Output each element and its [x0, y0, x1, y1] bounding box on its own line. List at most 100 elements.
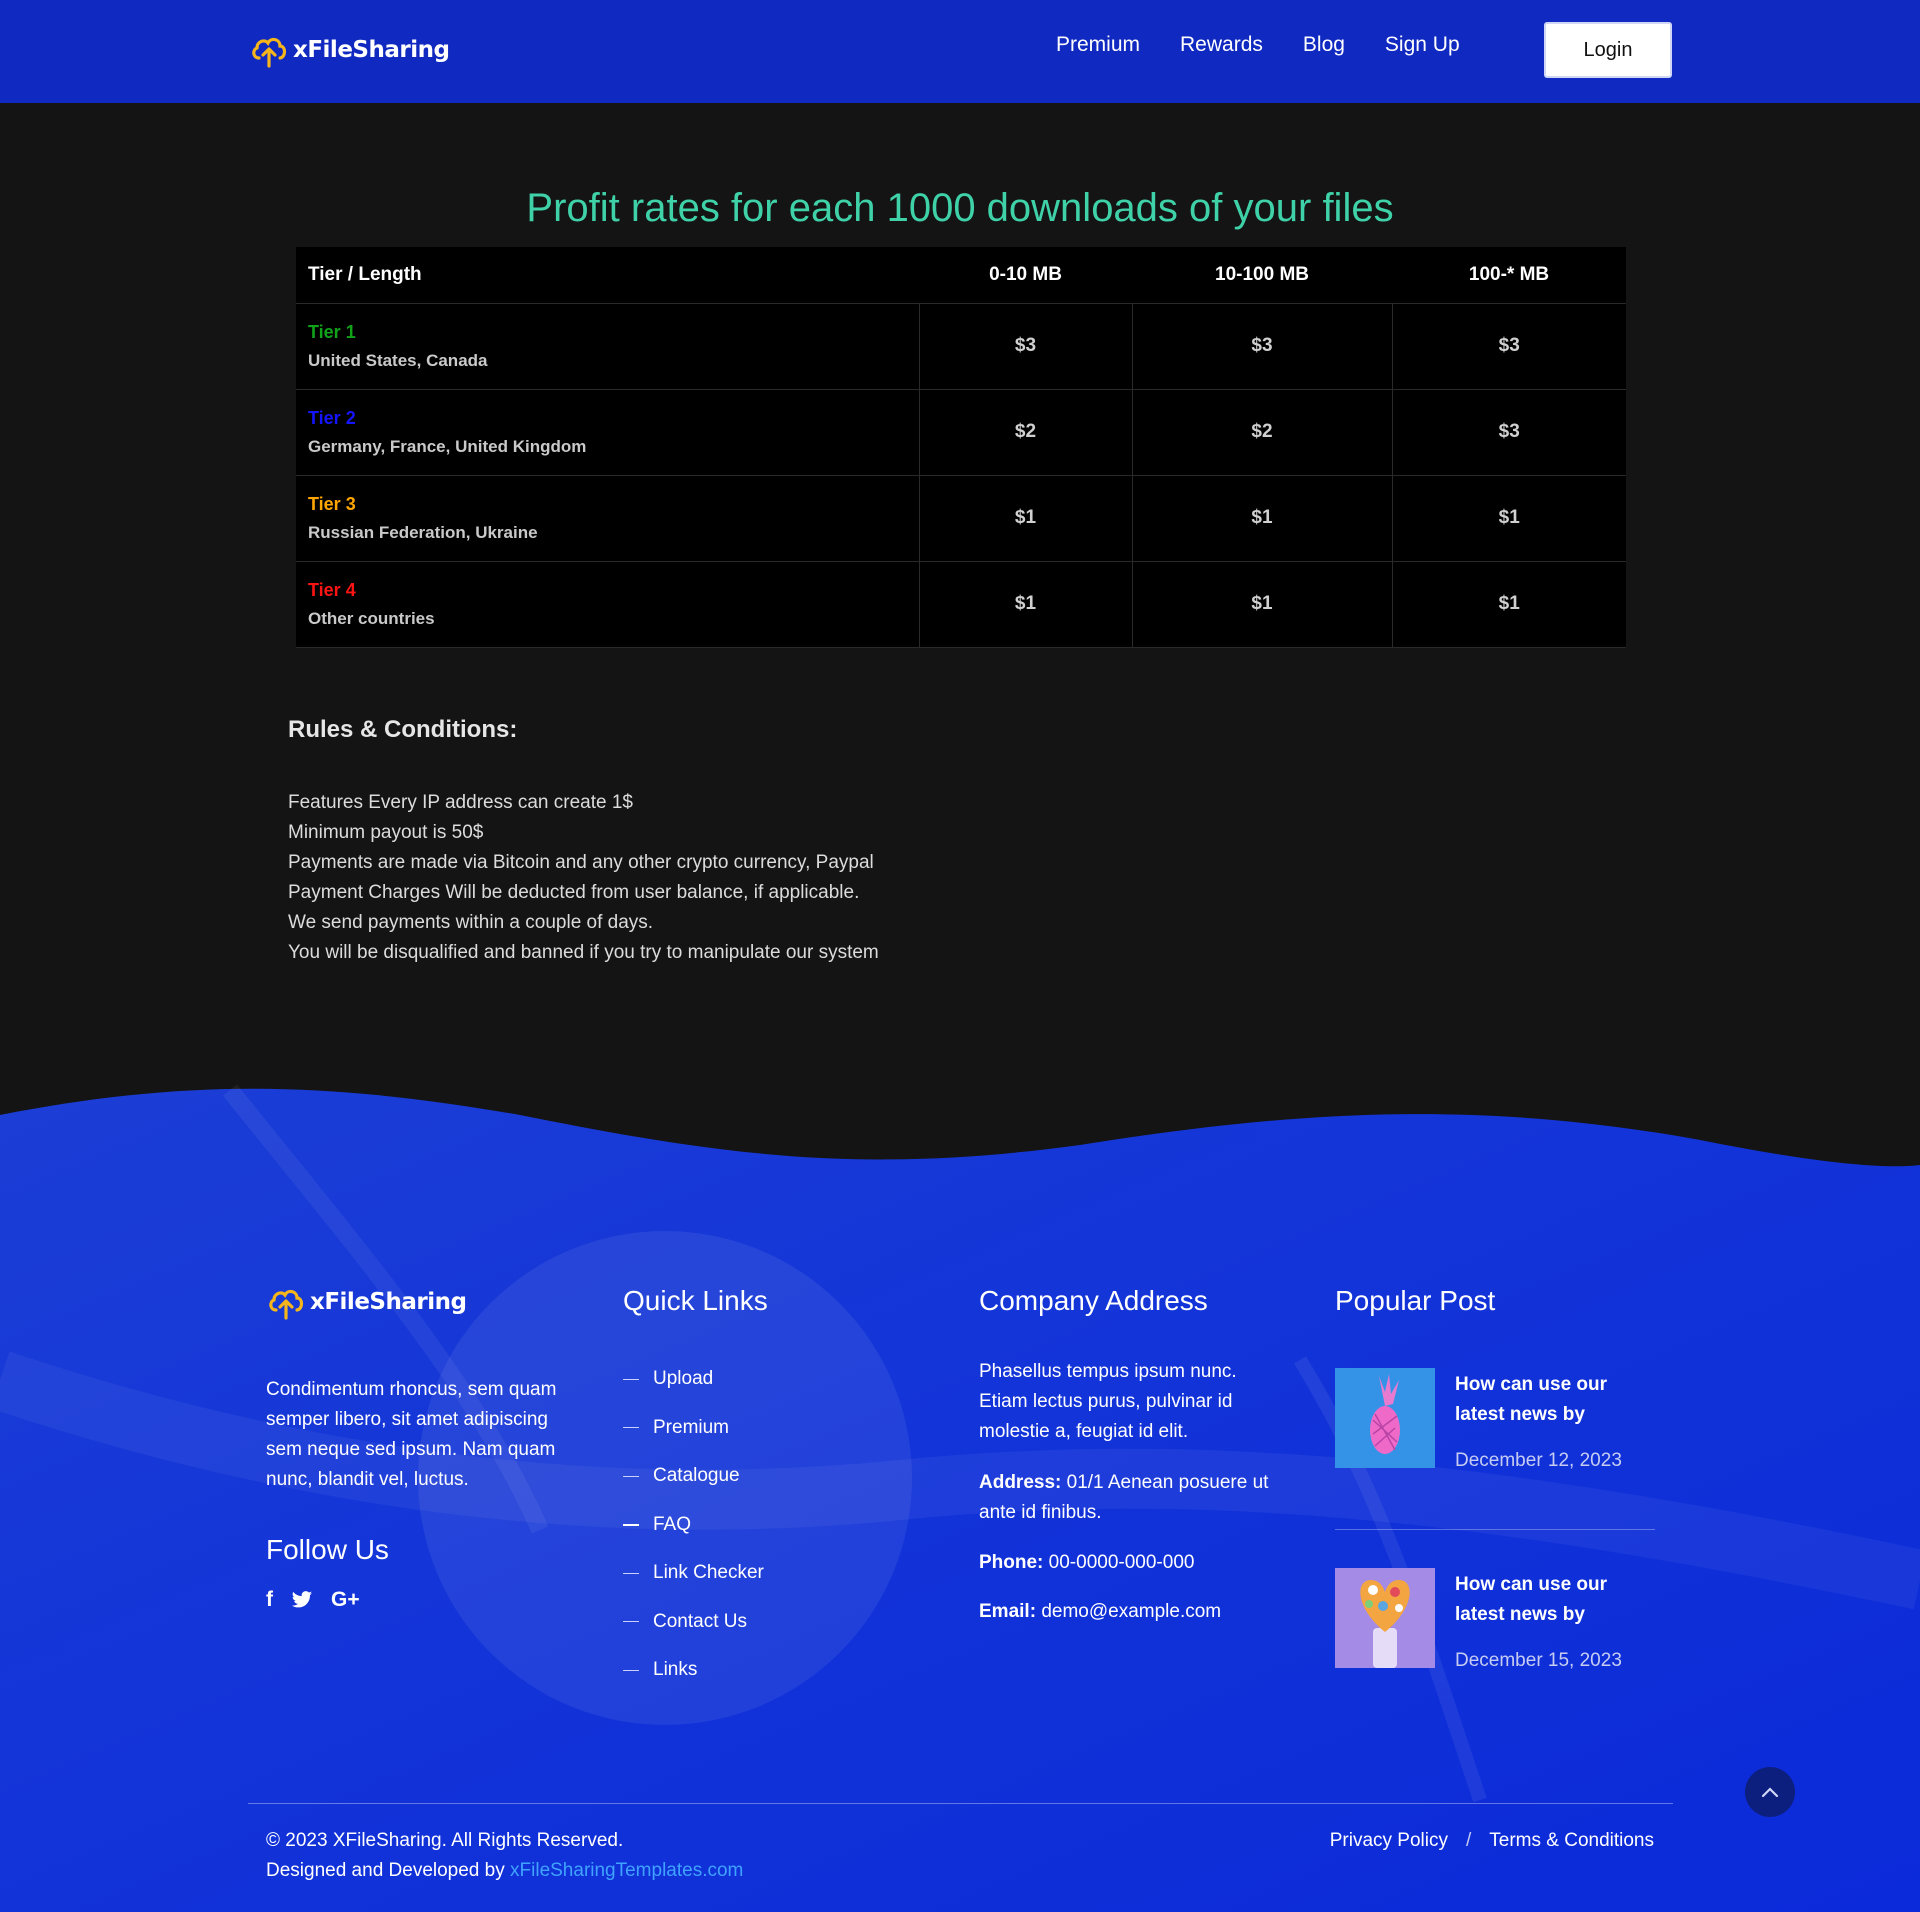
tier-countries: Other countries: [308, 608, 435, 628]
address-intro: Phasellus tempus ipsum nunc. Etiam lectu…: [979, 1361, 1237, 1442]
footer-about-text: Condimentum rhoncus, sem quam semper lib…: [266, 1379, 557, 1490]
rates-title: Profit rates for each 1000 downloads of …: [526, 186, 1394, 230]
quick-link-label: FAQ: [653, 1513, 692, 1535]
rate-cell: $2: [1131, 389, 1392, 476]
quick-link-label: Catalogue: [653, 1465, 740, 1487]
dash-icon: [623, 1621, 639, 1623]
rule-item: Payment Charges Will be deducted from us…: [288, 882, 860, 903]
email-line: Email: demo@example.com: [979, 1597, 1289, 1627]
tier-name: Tier 2: [308, 407, 356, 428]
dash-icon: [623, 1572, 639, 1574]
email-value[interactable]: demo@example.com: [1041, 1601, 1221, 1622]
rate-cell: $1: [918, 561, 1132, 648]
rate-cell: $3: [1391, 389, 1626, 476]
nav-blog[interactable]: Blog: [1303, 33, 1345, 57]
post-title[interactable]: How can use our latest news by: [1455, 1570, 1645, 1630]
rate-cell: $1: [1391, 561, 1626, 648]
email-label: Email:: [979, 1601, 1037, 1622]
quick-link-label: Links: [653, 1659, 698, 1681]
tier-cell: Tier 1 United States, Canada: [296, 303, 919, 390]
column-header: 0-10 MB: [919, 247, 1132, 304]
footer-brand-logo[interactable]: xFileSharing: [266, 1282, 467, 1322]
facebook-icon[interactable]: f: [266, 1588, 273, 1612]
rates-table: Tier / Length 0-10 MB 10-100 MB 100-* MB…: [296, 247, 1626, 648]
rate-cell: $1: [1131, 475, 1392, 562]
table-row: Tier 2 Germany, France, United Kingdom $…: [296, 389, 1626, 476]
quick-link-links[interactable]: Links: [623, 1646, 764, 1695]
legal-separator: /: [1465, 1830, 1472, 1851]
table-row: Tier 1 United States, Canada $3 $3 $3: [296, 303, 1626, 390]
quick-link-catalogue[interactable]: Catalogue: [623, 1452, 764, 1501]
tier-cell: Tier 4 Other countries: [296, 561, 919, 648]
address-line: Address: 01/1 Aenean posuere ut ante id …: [979, 1468, 1289, 1528]
quick-links-list: Upload Premium Catalogue FAQ Link Checke…: [623, 1355, 764, 1695]
dash-icon: [623, 1523, 639, 1526]
rule-item: You will be disqualified and banned if y…: [288, 942, 879, 963]
designer-link[interactable]: xFileSharingTemplates.com: [510, 1860, 743, 1881]
company-address-heading: Company Address: [979, 1285, 1208, 1316]
rule-item: Features Every IP address can create 1$: [288, 792, 633, 813]
brand-name: xFileSharing: [293, 37, 450, 63]
copyright: © 2023 XFileSharing. All Rights Reserved…: [266, 1826, 743, 1886]
rules-list: Features Every IP address can create 1$ …: [288, 788, 879, 968]
dash-icon: [623, 1475, 639, 1477]
legal-links: Privacy Policy / Terms & Conditions: [1330, 1826, 1654, 1856]
login-button[interactable]: Login: [1544, 22, 1672, 78]
tier-cell: Tier 2 Germany, France, United Kingdom: [296, 389, 919, 476]
post-date: December 12, 2023: [1455, 1450, 1622, 1471]
tier-countries: Germany, France, United Kingdom: [308, 436, 587, 456]
table-row: Tier 4 Other countries $1 $1 $1: [296, 561, 1626, 648]
rate-cell: $3: [1131, 303, 1392, 390]
rate-cell: $1: [1391, 475, 1626, 562]
pineapple-image-icon: [1335, 1368, 1435, 1468]
cloud-upload-icon: [252, 37, 287, 68]
designed-by-text: Designed and Developed by: [266, 1860, 505, 1881]
quick-link-label: Premium: [653, 1416, 730, 1438]
google-plus-icon[interactable]: G+: [331, 1588, 360, 1612]
popular-post-item[interactable]: How can use our latest news by December …: [1335, 1368, 1655, 1478]
rules-title: Rules & Conditions:: [288, 716, 518, 743]
phone-value: 00-0000-000-000: [1048, 1552, 1195, 1573]
nav-rewards[interactable]: Rewards: [1180, 33, 1263, 57]
quick-link-label: Link Checker: [653, 1562, 764, 1584]
dash-icon: [623, 1427, 639, 1429]
scroll-to-top-button[interactable]: [1745, 1767, 1795, 1817]
column-header: 100-* MB: [1392, 247, 1626, 304]
quick-links-heading: Quick Links: [623, 1285, 768, 1316]
popular-post-heading: Popular Post: [1335, 1285, 1496, 1316]
post-divider: [1335, 1529, 1655, 1530]
quick-link-premium[interactable]: Premium: [623, 1404, 764, 1453]
rate-cell: $2: [918, 389, 1132, 476]
rate-cell: $3: [1391, 303, 1626, 390]
nav-premium[interactable]: Premium: [1056, 33, 1140, 57]
quick-link-contact-us[interactable]: Contact Us: [623, 1598, 764, 1647]
twitter-icon[interactable]: [291, 1590, 313, 1610]
follow-us-heading: Follow Us: [266, 1534, 389, 1565]
phone-line: Phone: 00-0000-000-000: [979, 1548, 1289, 1578]
brand-logo[interactable]: xFileSharing: [249, 30, 450, 70]
popular-post-item[interactable]: How can use our latest news by December …: [1335, 1568, 1655, 1678]
tier-countries: United States, Canada: [308, 350, 488, 370]
rule-item: We send payments within a couple of days…: [288, 912, 654, 933]
top-navbar: xFileSharing Premium Rewards Blog Sign U…: [0, 0, 1920, 103]
post-thumbnail-pills[interactable]: [1335, 1568, 1435, 1668]
footer-divider: [248, 1803, 1673, 1804]
quick-link-faq[interactable]: FAQ: [623, 1501, 764, 1550]
quick-link-link-checker[interactable]: Link Checker: [623, 1549, 764, 1598]
cloud-upload-icon: [269, 1289, 304, 1320]
nav-sign-up[interactable]: Sign Up: [1385, 33, 1460, 57]
terms-conditions-link[interactable]: Terms & Conditions: [1489, 1826, 1654, 1856]
tier-countries: Russian Federation, Ukraine: [308, 522, 538, 542]
copyright-text: © 2023 XFileSharing. All Rights Reserved…: [266, 1830, 624, 1851]
designed-by-line: Designed and Developed by xFileSharingTe…: [266, 1856, 743, 1886]
dash-icon: [623, 1378, 639, 1380]
social-links: f G+: [266, 1588, 360, 1612]
privacy-policy-link[interactable]: Privacy Policy: [1330, 1826, 1448, 1856]
tier-cell: Tier 3 Russian Federation, Ukraine: [296, 475, 919, 562]
post-title[interactable]: How can use our latest news by: [1455, 1370, 1645, 1430]
rule-item: Minimum payout is 50$: [288, 822, 484, 843]
tier-name: Tier 3: [308, 493, 356, 514]
quick-link-upload[interactable]: Upload: [623, 1355, 764, 1404]
phone-label: Phone:: [979, 1552, 1044, 1573]
post-thumbnail-pineapple[interactable]: [1335, 1368, 1435, 1468]
